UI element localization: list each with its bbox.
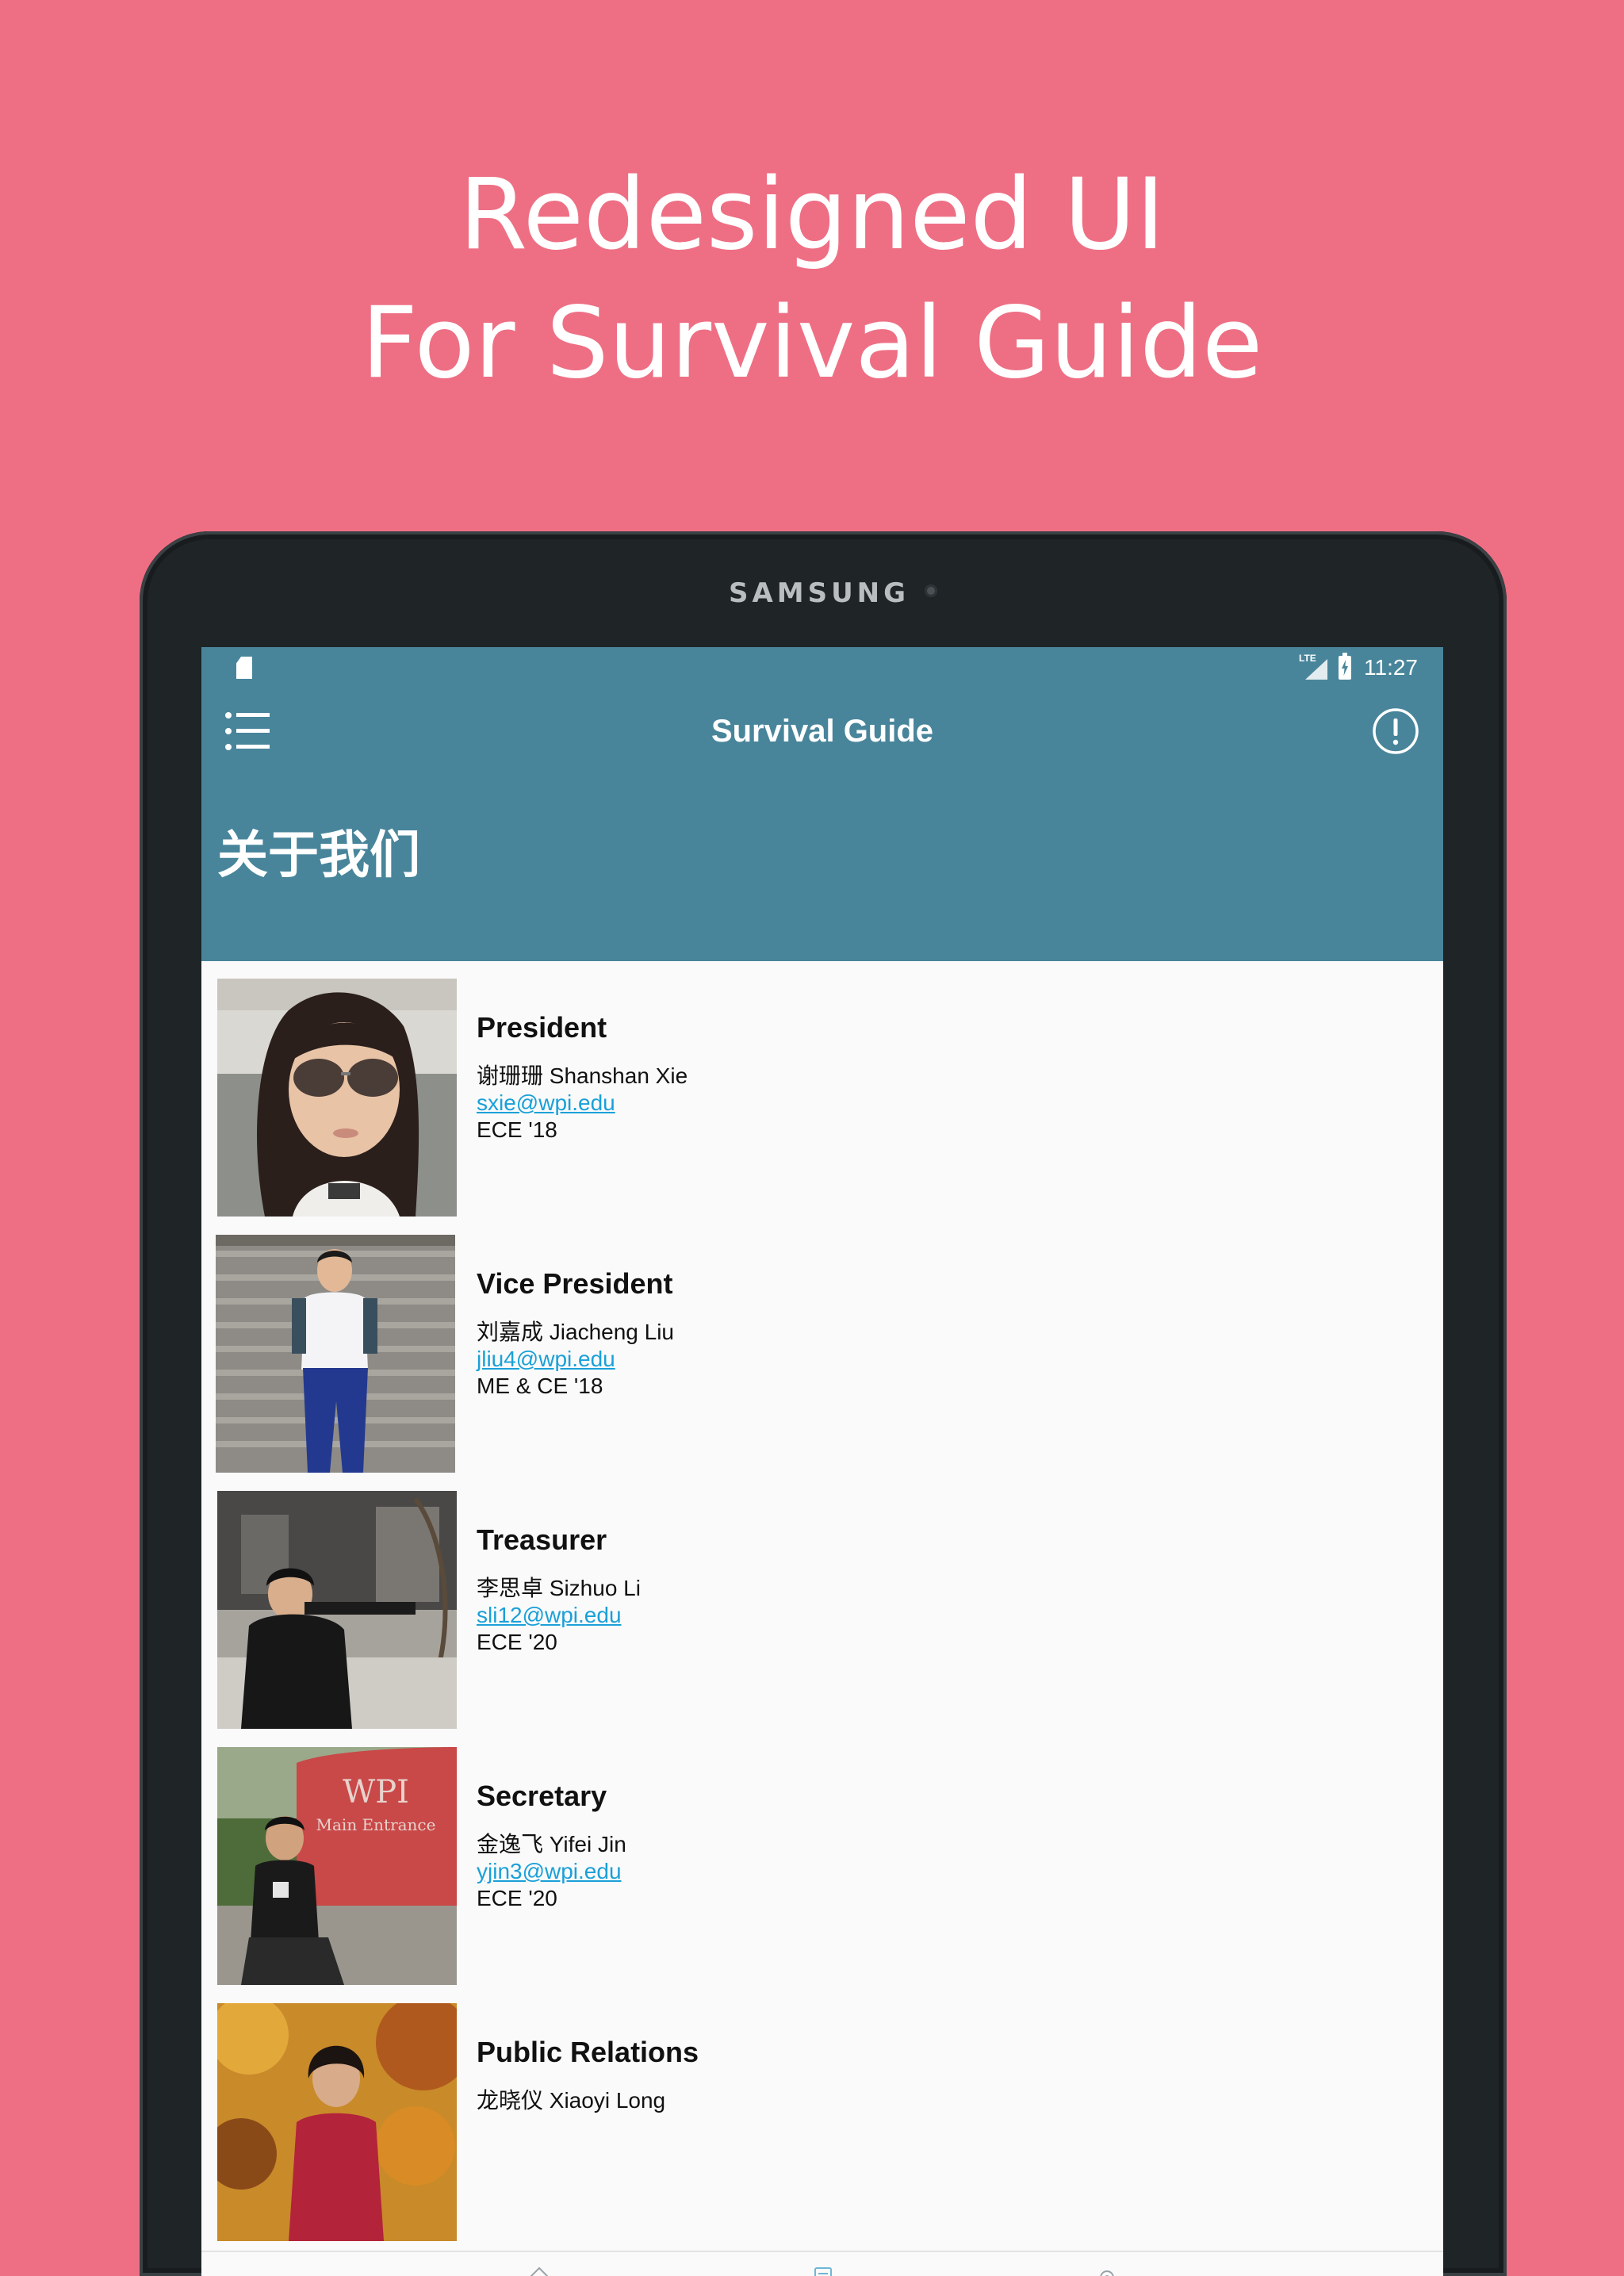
member-row[interactable]: Public Relations 龙晓仪 Xiaoyi Long <box>201 1986 1443 2242</box>
app-title: Survival Guide <box>710 714 934 749</box>
promo-headline: Redesigned UI For Survival Guide <box>0 151 1624 408</box>
member-name: 龙晓仪 Xiaoyi Long <box>477 2088 666 2113</box>
lte-signal-icon: LTE <box>1299 653 1327 680</box>
member-email-link[interactable]: sli12@wpi.edu <box>477 1602 641 1629</box>
status-bar: LTE 11:27 <box>1299 652 1418 684</box>
sd-card-icon <box>236 657 252 679</box>
member-photo <box>216 1235 455 1473</box>
member-name: 李思卓 Sizhuo Li <box>477 1576 641 1600</box>
member-name: 谢珊珊 Shanshan Xie <box>477 1063 688 1088</box>
section-title: 关于我们 <box>217 826 420 885</box>
member-row[interactable]: WPI Main Entrance Secretary 金逸飞 Yifei Ji… <box>201 1730 1443 1986</box>
member-photo <box>217 1491 457 1729</box>
status-time: 11:27 <box>1364 655 1418 680</box>
member-email-link[interactable]: yjin3@wpi.edu <box>477 1858 626 1885</box>
member-name: 刘嘉成 Jiacheng Liu <box>477 1320 675 1344</box>
member-photo <box>217 2003 457 2241</box>
member-name: 金逸飞 Yifei Jin <box>477 1832 626 1856</box>
member-role: Vice President <box>477 1267 673 1300</box>
member-major: ECE '18 <box>477 1117 557 1142</box>
member-photo <box>217 979 457 1217</box>
app-screen: LTE 11:27 Survival Guide 关于我们 President … <box>201 647 1443 2276</box>
member-role: Public Relations <box>477 2036 699 2068</box>
member-role: Secretary <box>477 1780 607 1812</box>
member-email-link[interactable]: sxie@wpi.edu <box>477 1090 688 1117</box>
member-info: Treasurer 李思卓 Sizhuo Li sli12@wpi.edu EC… <box>477 1523 641 1656</box>
list-menu-icon <box>225 712 270 750</box>
member-row[interactable]: Vice President 刘嘉成 Jiacheng Liu jliu4@wp… <box>201 1217 1443 1473</box>
promo-headline-line1: Redesigned UI <box>459 158 1165 272</box>
menu-button[interactable] <box>220 703 278 760</box>
wpi-sign-text: WPI <box>343 1774 409 1810</box>
bottom-navigation <box>201 2251 1443 2276</box>
member-info: Vice President 刘嘉成 Jiacheng Liu jliu4@wp… <box>477 1266 674 1400</box>
guide-book-icon[interactable] <box>812 2266 834 2276</box>
info-button[interactable] <box>1370 706 1421 757</box>
member-major: ME & CE '18 <box>477 1374 603 1398</box>
member-row[interactable]: President 谢珊珊 Shanshan Xie sxie@wpi.edu … <box>201 961 1443 1217</box>
promo-headline-line2: For Survival Guide <box>361 286 1263 400</box>
member-major: ECE '20 <box>477 1630 557 1654</box>
home-icon[interactable] <box>528 2266 550 2276</box>
member-email-link[interactable]: jliu4@wpi.edu <box>477 1346 674 1373</box>
tablet-frame: SAMSUNG LTE 11:27 Survival Guide 关于我们 Pr… <box>140 531 1507 2276</box>
battery-charging-icon <box>1339 653 1351 680</box>
app-bar: LTE 11:27 Survival Guide 关于我们 <box>201 647 1443 961</box>
front-camera <box>925 584 937 597</box>
member-major: ECE '20 <box>477 1886 557 1910</box>
member-info: Secretary 金逸飞 Yifei Jin yjin3@wpi.edu EC… <box>477 1779 626 1912</box>
member-role: President <box>477 1011 607 1044</box>
member-info: Public Relations 龙晓仪 Xiaoyi Long <box>477 2035 699 2114</box>
member-photo: WPI Main Entrance <box>217 1747 457 1985</box>
gear-icon[interactable] <box>1096 2266 1118 2276</box>
member-info: President 谢珊珊 Shanshan Xie sxie@wpi.edu … <box>477 1010 688 1144</box>
device-brand: SAMSUNG <box>728 577 910 609</box>
member-row[interactable]: Treasurer 李思卓 Sizhuo Li sli12@wpi.edu EC… <box>201 1473 1443 1730</box>
info-circle-icon <box>1373 708 1419 754</box>
member-role: Treasurer <box>477 1523 607 1556</box>
wpi-sign-subtext: Main Entrance <box>316 1815 436 1834</box>
